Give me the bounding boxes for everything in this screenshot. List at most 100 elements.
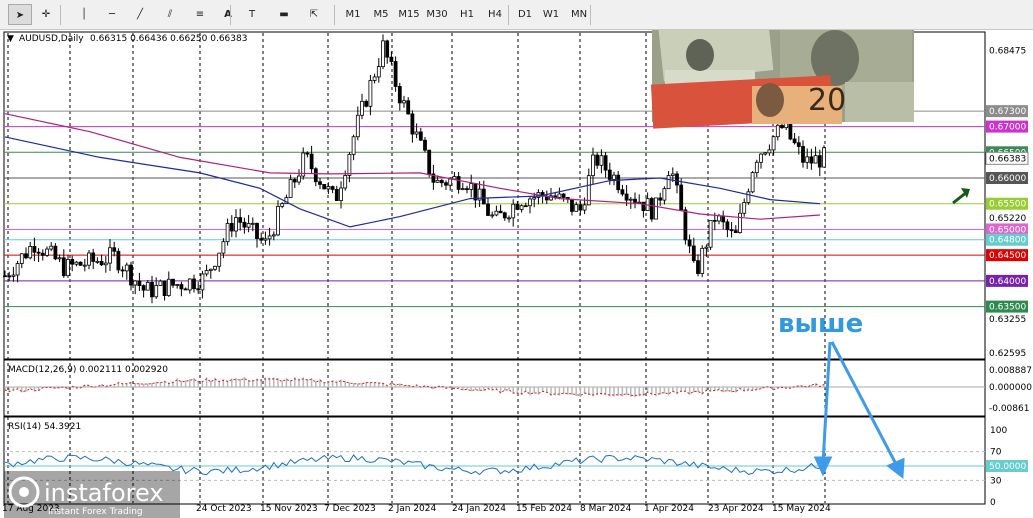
timeframe-m30[interactable]: M30 — [424, 4, 450, 25]
candle-body — [330, 186, 335, 190]
candle-body — [263, 238, 268, 241]
text-tool[interactable]: A — [216, 4, 240, 25]
macd-scale-label: 0.000000 — [989, 383, 1032, 393]
macd-scale-label: 0.008887 — [989, 366, 1032, 376]
candle-body — [276, 205, 280, 236]
rsi-scale-label: 0 — [990, 498, 996, 508]
timeframe-d1[interactable]: D1 — [512, 4, 538, 25]
arrows-tool[interactable]: ⇱ — [302, 4, 326, 25]
candle-body — [578, 204, 583, 211]
horizontal-line-icon: ─ — [108, 9, 116, 20]
candle-body — [494, 210, 499, 216]
symbol-triangle-icon[interactable]: ▼ — [7, 34, 14, 44]
candle-body — [759, 153, 763, 163]
candle-body — [250, 222, 255, 225]
candle-body — [217, 252, 222, 267]
timeframe-m1[interactable]: M1 — [340, 4, 366, 25]
fibonacci-tool[interactable]: ≡ — [188, 4, 212, 25]
candle-body — [99, 260, 104, 266]
candle-body — [112, 247, 117, 252]
candle-body — [166, 278, 171, 296]
candle-body — [473, 183, 478, 201]
candle-body — [591, 154, 595, 177]
annotation-text[interactable]: выше — [778, 309, 863, 339]
cursor-tool[interactable]: ➤ — [8, 4, 32, 25]
rsi-label: RSI(14) 54.3921 — [8, 422, 81, 432]
candle-body — [19, 253, 24, 264]
timeframe-h4[interactable]: H4 — [482, 4, 508, 25]
candle-body — [381, 40, 385, 67]
candle-body — [469, 183, 474, 190]
candle-body — [234, 217, 238, 232]
banknote-denomination: 20 — [808, 83, 846, 118]
trendline-tool[interactable]: ╱ — [128, 4, 152, 25]
candle-body — [523, 205, 528, 208]
price-chart[interactable]: 0.684750.673000.670000.665000.660000.655… — [0, 30, 1033, 518]
candle-body — [133, 280, 138, 286]
rsi-scale-label: 30 — [990, 476, 1002, 486]
equidistant-channel-tool[interactable]: ⫽ — [158, 4, 182, 25]
crosshair-icon: ✛ — [41, 9, 51, 20]
date-tick-label: 15 Nov 2023 — [260, 504, 318, 514]
candle-body — [574, 204, 579, 212]
candle-body — [775, 124, 780, 138]
candle-body — [528, 198, 532, 207]
candle-body — [721, 215, 726, 223]
candle-body — [137, 280, 142, 286]
date-tick-label: 23 Apr 2024 — [708, 504, 764, 514]
candle-body — [717, 215, 721, 222]
brand-tagline: Instant Forex Trading — [48, 507, 143, 517]
candle-body — [309, 153, 314, 170]
candle-body — [641, 201, 646, 212]
candle-body — [561, 193, 566, 198]
candle-body — [246, 223, 251, 228]
candle-body — [532, 197, 537, 200]
date-tick-label: 1 Apr 2024 — [644, 504, 694, 514]
candle-body — [221, 241, 226, 254]
candle-body — [95, 260, 100, 263]
timeframe-m15[interactable]: M15 — [396, 4, 422, 25]
timeframe-h1[interactable]: H1 — [454, 4, 480, 25]
candle-body — [66, 259, 70, 277]
candle-body — [738, 212, 742, 234]
text-label-tool[interactable]: T — [240, 4, 264, 25]
candle-body — [435, 179, 440, 183]
crosshair-tool[interactable]: ✛ — [34, 4, 58, 25]
banknotes-photo: 20 — [650, 30, 914, 129]
candle-body — [288, 179, 293, 198]
candle-body — [364, 100, 369, 107]
price-axis: 0.684750.673000.670000.665000.660000.655… — [985, 47, 1032, 508]
candle-body — [666, 175, 671, 190]
candle-body — [796, 142, 801, 147]
candle-body — [515, 203, 520, 210]
candle-body — [301, 152, 306, 177]
timeframe-m5[interactable]: M5 — [368, 4, 394, 25]
candle-body — [670, 173, 675, 176]
candle-body — [103, 262, 108, 266]
candle-body — [620, 189, 625, 195]
price-tick-label: 0.63255 — [989, 315, 1026, 325]
candle-body — [145, 282, 150, 291]
brand-name: instaforex — [44, 479, 164, 507]
price-tick-label: 0.65220 — [989, 214, 1026, 224]
timeframe-mn[interactable]: MN — [566, 4, 592, 25]
candle-body — [49, 245, 54, 250]
candle-body — [704, 246, 709, 249]
candle-body — [809, 156, 814, 164]
toolbar-separator — [60, 5, 61, 25]
horizontal-line-tool[interactable]: ─ — [100, 4, 124, 25]
candle-body — [662, 188, 667, 201]
shapes-tool[interactable]: ▬ — [272, 4, 296, 25]
candle-body — [397, 86, 402, 104]
candle-body — [763, 152, 768, 155]
candle-body — [120, 269, 125, 272]
instaforex-logo: instaforex Instant Forex Trading — [4, 471, 180, 518]
timeframe-w1[interactable]: W1 — [538, 4, 564, 25]
date-tick-label: 8 Mar 2024 — [580, 504, 632, 514]
vertical-line-tool[interactable]: │ — [72, 4, 96, 25]
candle-body — [355, 114, 360, 138]
candle-body — [481, 188, 486, 205]
ohlc-label: 0.66315 0.66436 0.66250 0.66383 — [90, 34, 247, 44]
candle-body — [784, 122, 789, 129]
date-tick-label: 7 Dec 2023 — [324, 504, 376, 514]
